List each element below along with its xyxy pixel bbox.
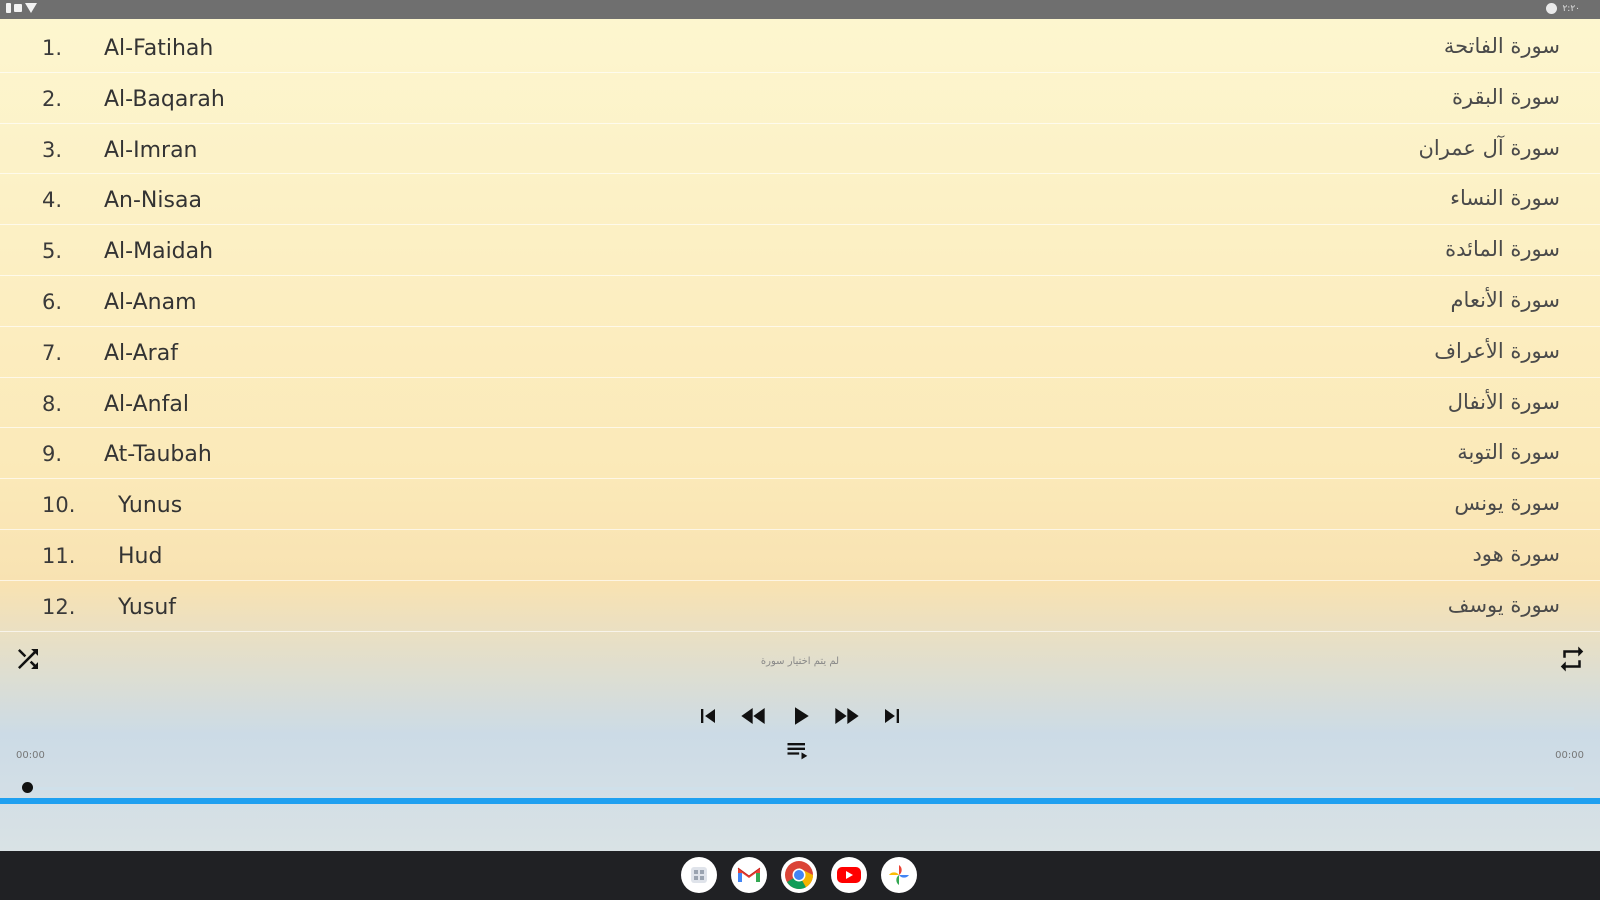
fast-forward-button[interactable] (828, 698, 864, 734)
chrome-app[interactable] (781, 857, 817, 893)
surah-name: Yunus (118, 493, 183, 519)
surah-row[interactable]: 4. An-Nisaa سورة النساء (0, 174, 1600, 226)
surah-arabic-name: سورة الأعراف (1434, 338, 1560, 363)
shuffle-icon (18, 649, 38, 669)
surah-name: Yusuf (118, 594, 177, 620)
rewind-button[interactable] (736, 698, 772, 734)
youtube-app[interactable] (831, 857, 867, 893)
surah-arabic-name: سورة يوسف (1447, 592, 1560, 617)
fast-forward-icon (835, 708, 859, 724)
launcher-icon (691, 867, 707, 883)
surah-row[interactable]: 11. Hud سورة هود (0, 530, 1600, 581)
system-taskbar (0, 851, 1600, 900)
surah-arabic-name: سورة المائدة (1445, 237, 1560, 262)
surah-arabic-name: سورة النساء (1450, 186, 1560, 211)
surah-number: 7. (42, 340, 63, 365)
battery-icon (6, 3, 11, 13)
surah-arabic-name: سورة يونس (1454, 491, 1560, 516)
playlist-button[interactable] (780, 735, 816, 765)
wifi-icon (25, 3, 37, 13)
repeat-icon (1560, 646, 1584, 672)
surah-arabic-name: سورة هود (1472, 541, 1560, 566)
surah-list[interactable]: 1. Al-Fatihah سورة الفاتحة 2. Al-Baqarah سورة… (0, 22, 1600, 648)
status-time: ٢:٢٠ (1562, 3, 1580, 14)
seek-handle[interactable] (22, 782, 33, 793)
surah-number: 10. (42, 493, 76, 518)
surah-name: Al-Fatihah (104, 36, 214, 61)
surah-row[interactable]: 8. Al-Anfal سورة الأنفال (0, 378, 1600, 429)
surah-number: 4. (42, 188, 63, 213)
surah-row[interactable]: 7. Al-Araf سورة الأعراف (0, 327, 1600, 378)
system-status-bar: ٢:٢٠ (0, 0, 1600, 19)
skip-next-button[interactable] (874, 698, 910, 734)
skip-next-icon (885, 709, 899, 723)
photos-icon (889, 865, 909, 885)
surah-number: 9. (42, 442, 63, 467)
surah-arabic-name: سورة البقرة (1451, 84, 1560, 109)
surah-row[interactable]: 5. Al-Maidah سورة المائدة (0, 225, 1600, 276)
quran-player-app: 1. Al-Fatihah سورة الفاتحة 2. Al-Baqarah سورة… (0, 19, 1600, 851)
surah-row[interactable]: 10. Yunus سورة يونس (0, 479, 1600, 530)
account-icon (1546, 3, 1558, 14)
surah-name: Al-Araf (104, 340, 178, 366)
surah-name: Al-Anfal (104, 391, 189, 417)
surah-row[interactable]: 2. Al-Baqarah سورة البقرة (0, 73, 1600, 124)
surah-row[interactable]: 6. Al-Anam سورة الأنعام (0, 276, 1600, 327)
youtube-icon (837, 867, 861, 883)
app-dock (681, 857, 917, 893)
rewind-icon (741, 708, 765, 724)
surah-name: Al-Baqarah (104, 86, 225, 112)
surah-name: Al-Maidah (104, 239, 214, 265)
chrome-icon (785, 861, 814, 890)
surah-row[interactable]: 12. Yusuf سورة يوسف (0, 581, 1600, 632)
status-clock-area: ٢:٢٠ (1546, 3, 1580, 14)
surah-arabic-name: سورة الفاتحة (1443, 34, 1560, 58)
skip-previous-icon (701, 709, 715, 723)
surah-row[interactable]: 3. Al-Imran سورة آل عمران (0, 124, 1600, 175)
surah-name: At-Taubah (104, 442, 212, 468)
playlist-icon (787, 743, 808, 760)
photos-app[interactable] (881, 857, 917, 893)
surah-number: 5. (42, 239, 63, 264)
playback-controls (690, 698, 910, 734)
shuffle-button[interactable] (12, 643, 44, 675)
surah-name: An-Nisaa (104, 188, 202, 214)
surah-number: 1. (42, 36, 63, 60)
seek-bar[interactable] (24, 787, 1574, 790)
surah-row[interactable]: 1. Al-Fatihah سورة الفاتحة (0, 22, 1600, 73)
notification-icons (6, 3, 37, 13)
launcher-app[interactable] (681, 857, 717, 893)
accent-divider (0, 798, 1600, 804)
surah-number: 12. (42, 594, 76, 619)
play-button[interactable] (782, 698, 818, 734)
play-icon (795, 707, 809, 725)
surah-arabic-name: سورة آل عمران (1418, 135, 1560, 160)
surah-arabic-name: سورة التوبة (1457, 440, 1560, 465)
surah-number: 6. (42, 289, 63, 314)
surah-number: 3. (42, 137, 63, 162)
surah-name: Al-Anam (104, 289, 197, 315)
surah-number: 8. (42, 391, 63, 416)
surah-arabic-name: سورة الأنعام (1450, 287, 1560, 312)
surah-name: Hud (118, 543, 163, 569)
skip-previous-button[interactable] (690, 698, 726, 734)
notification-icon (14, 4, 22, 12)
time-total: 00:00 (1555, 750, 1584, 761)
gmail-app[interactable] (731, 857, 767, 893)
surah-number: 2. (42, 86, 63, 111)
surah-number: 11. (42, 543, 76, 568)
surah-name: Al-Imran (104, 137, 198, 163)
gmail-icon (737, 867, 761, 882)
repeat-button[interactable] (1556, 643, 1588, 675)
surah-arabic-name: سورة الأنفال (1447, 389, 1560, 414)
now-playing-label: لم يتم اختيار سورة (760, 656, 840, 667)
surah-row[interactable]: 9. At-Taubah سورة التوبة (0, 428, 1600, 480)
time-elapsed: 00:00 (16, 750, 45, 761)
